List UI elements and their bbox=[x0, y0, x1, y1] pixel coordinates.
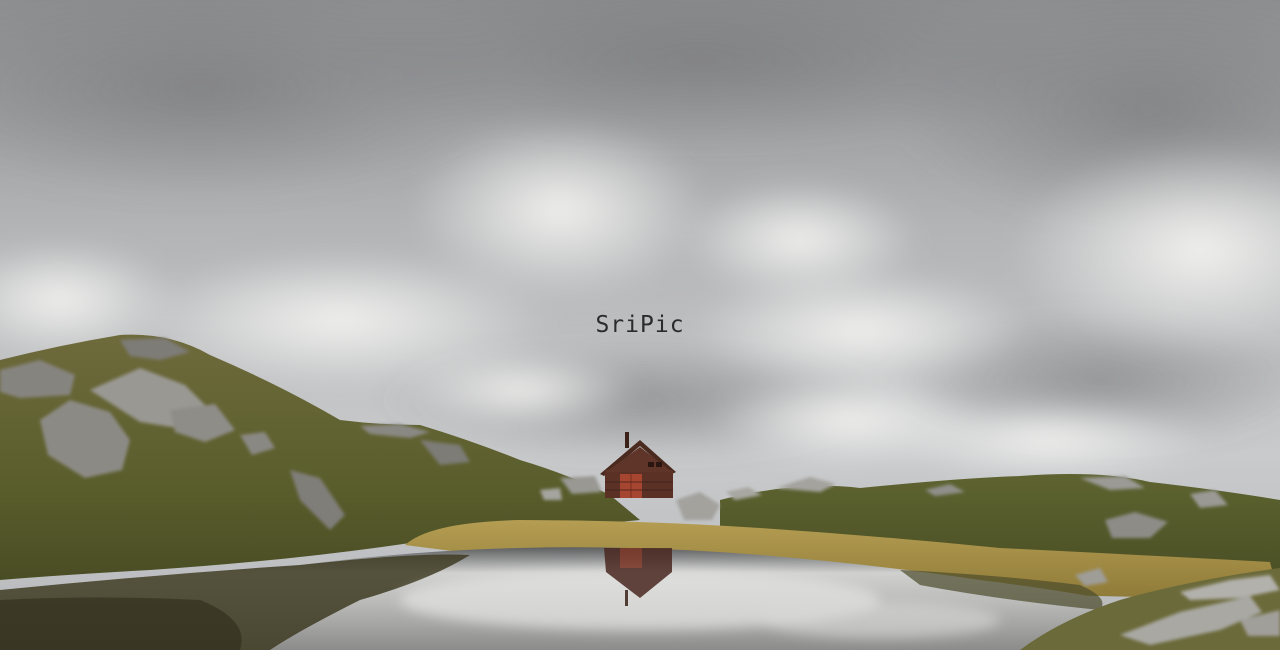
site-title[interactable]: SriPic bbox=[0, 309, 1280, 341]
hero-banner: SriPic bbox=[0, 0, 1280, 650]
